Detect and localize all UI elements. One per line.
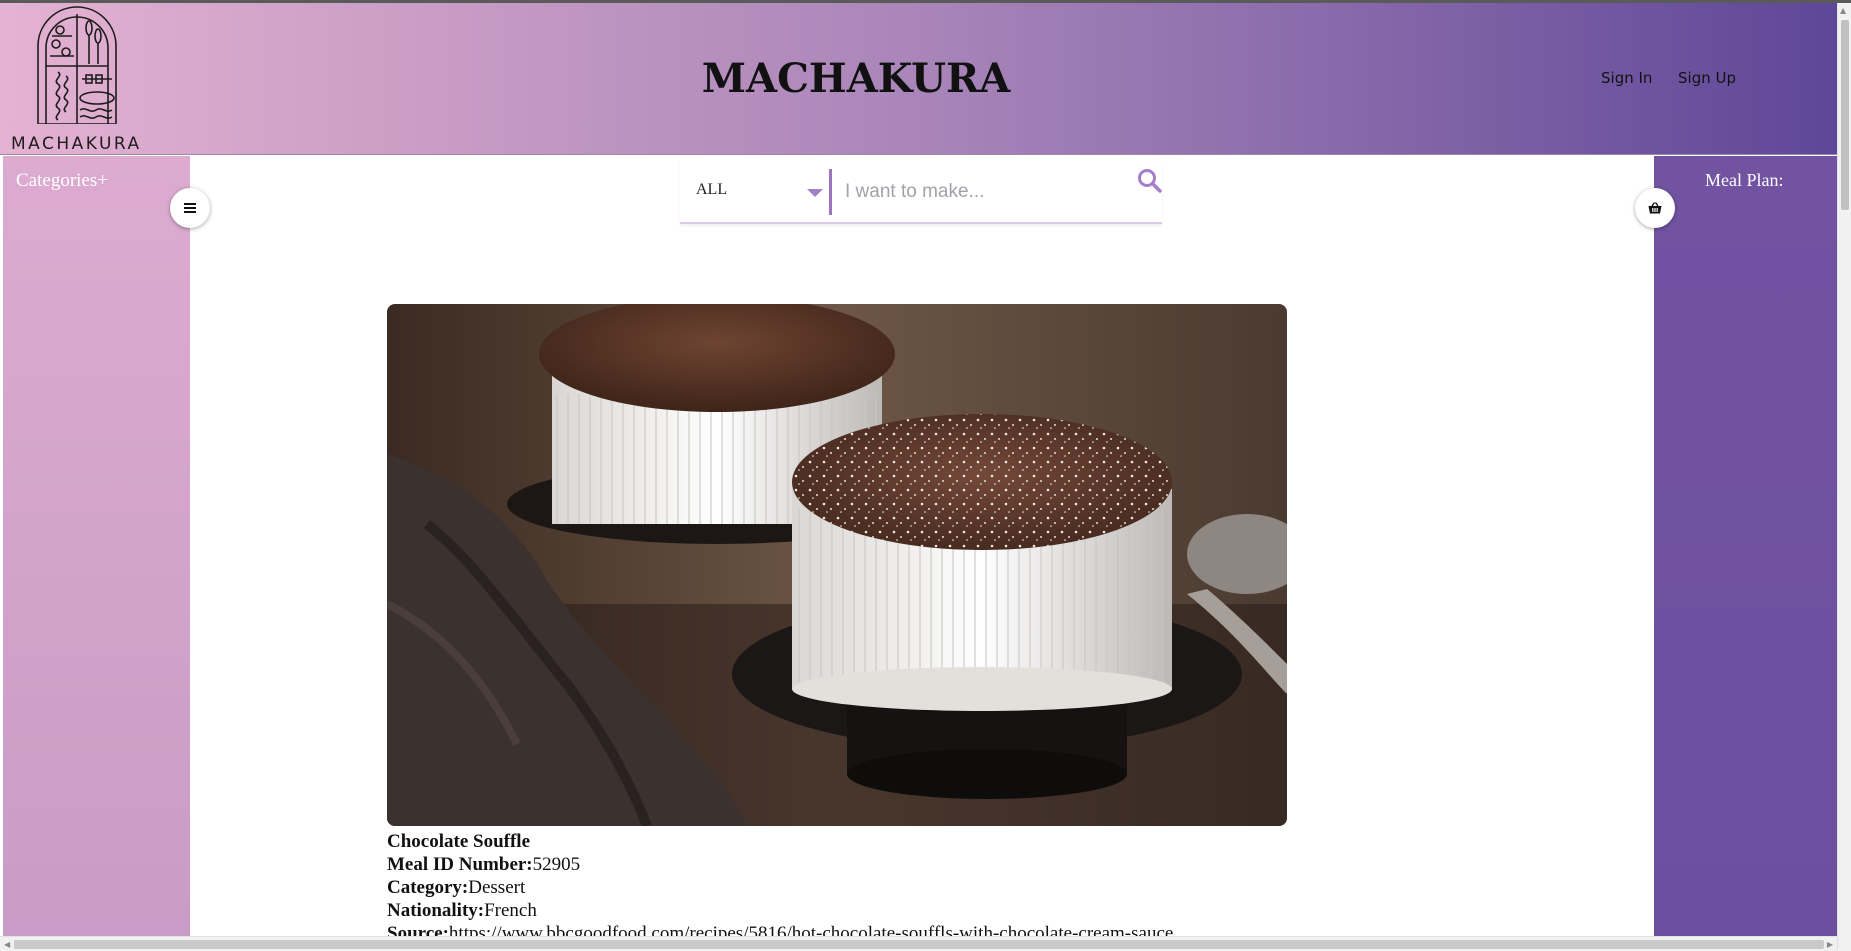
app-title: MACHAKURA [701,55,1011,102]
meal-plan-basket-button[interactable] [1635,188,1675,228]
sign-in-link[interactable]: Sign In [1601,69,1652,87]
site-header: MACHAKURA MACHAKURA Sign In Sign Up [0,3,1837,155]
caret-down-icon [807,189,823,197]
category-select[interactable]: ALL [696,181,823,205]
search-input[interactable] [845,175,1115,209]
hamburger-menu-icon [184,203,196,213]
meal-details: Chocolate Souffle Meal ID Number:52905 C… [387,830,1173,945]
meal-name: Chocolate Souffle [387,831,531,852]
scroll-right-icon[interactable]: ▶ [1827,940,1833,949]
categories-toggle[interactable]: Categories+ [16,170,108,192]
meal-plan-heading: Meal Plan: [1705,170,1784,190]
sign-up-link[interactable]: Sign Up [1678,69,1736,87]
magnifier-icon [1138,169,1162,193]
scroll-left-icon[interactable]: ◀ [4,940,10,949]
horizontal-scrollbar[interactable]: ◀ ▶ [0,936,1837,951]
category-select-value: ALL [696,181,728,198]
meal-plan-sidebar: Meal Plan: [1654,156,1837,936]
logo-wordmark: MACHAKURA [11,134,142,154]
meal-id-row: Meal ID Number:52905 [387,854,581,875]
search-button[interactable] [1137,168,1163,194]
meal-category-value: Dessert [468,877,526,898]
categories-sidebar: Categories+ [3,156,190,936]
vertical-scrollbar[interactable]: ▲ [1837,3,1851,951]
meal-photo [387,304,1287,826]
meal-category-row: Category:Dessert [387,877,526,898]
search-bar: ALL [680,161,1162,224]
meal-id-value: 52905 [532,854,581,875]
search-divider [829,169,832,215]
meal-nationality-row: Nationality:French [387,900,537,921]
scroll-up-icon[interactable]: ▲ [1840,6,1846,15]
sidebar-menu-button[interactable] [170,188,210,228]
basket-icon [1648,202,1662,214]
meal-nationality-value: French [484,900,537,921]
vertical-scroll-thumb[interactable] [1841,20,1849,210]
horizontal-scroll-thumb[interactable] [14,940,1824,949]
